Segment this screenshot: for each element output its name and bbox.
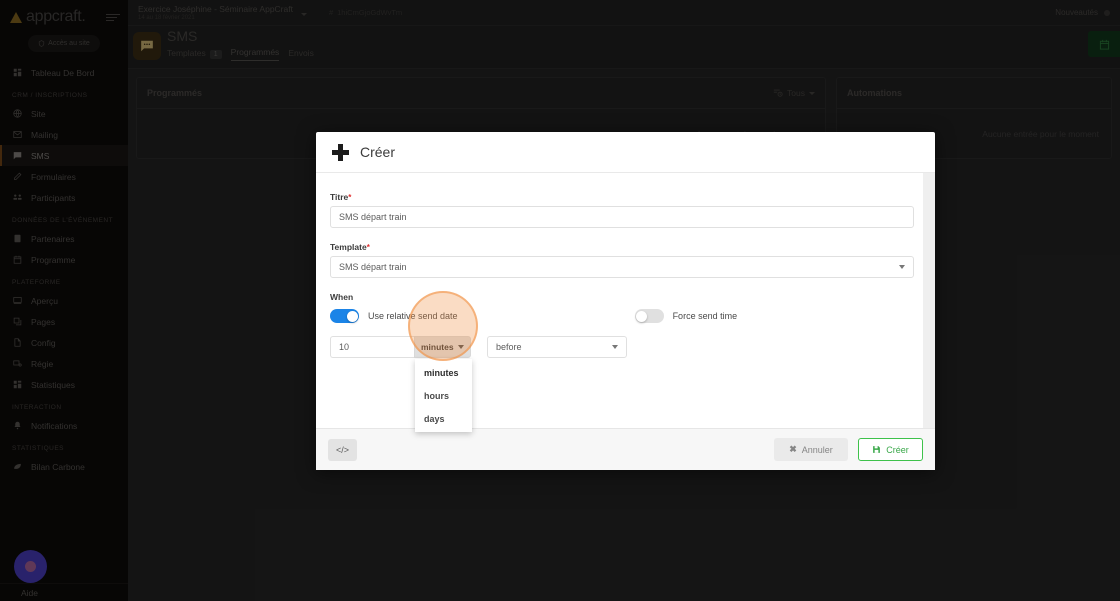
- required-marker: *: [348, 193, 351, 202]
- unit-option-hours[interactable]: hours: [415, 384, 472, 407]
- create-sms-modal: Créer Titre* SMS départ train Template* …: [316, 132, 935, 470]
- unit-select[interactable]: minutes minutes hours days: [414, 336, 471, 358]
- titre-label-text: Titre: [330, 192, 348, 202]
- use-relative-send-date-label: Use relative send date: [368, 311, 458, 321]
- direction-select-value: before: [496, 342, 522, 352]
- modal-header: Créer: [316, 132, 935, 173]
- create-button[interactable]: Créer: [858, 438, 923, 461]
- titre-input[interactable]: SMS départ train: [330, 206, 914, 228]
- modal-scrollbar[interactable]: [923, 173, 935, 428]
- direction-select[interactable]: before: [487, 336, 627, 358]
- save-icon: [872, 445, 881, 454]
- template-select-value: SMS départ train: [339, 262, 407, 272]
- chevron-down-icon: [458, 345, 464, 349]
- modal-body: Titre* SMS départ train Template* SMS dé…: [316, 173, 935, 428]
- when-label: When: [330, 292, 916, 302]
- application-root: appcraft. Accès au site Tableau De Bord …: [0, 0, 1120, 601]
- titre-field-block: Titre* SMS départ train: [330, 192, 916, 228]
- force-send-time-toggle[interactable]: [635, 309, 664, 323]
- cancel-button-label: Annuler: [802, 445, 833, 455]
- chevron-down-icon: [612, 345, 618, 349]
- modal-title: Créer: [360, 144, 395, 160]
- titre-input-value: SMS départ train: [339, 212, 407, 222]
- code-view-button[interactable]: </>: [328, 439, 357, 461]
- chevron-down-icon: [899, 265, 905, 269]
- template-label-text: Template: [330, 242, 367, 252]
- template-select[interactable]: SMS départ train: [330, 256, 914, 278]
- titre-label: Titre*: [330, 192, 916, 202]
- unit-option-minutes[interactable]: minutes: [415, 361, 472, 384]
- create-button-label: Créer: [886, 445, 909, 455]
- unit-select-value: minutes: [421, 342, 454, 352]
- amount-input-value: 10: [339, 342, 349, 352]
- unit-dropdown-menu: minutes hours days: [415, 359, 472, 432]
- force-send-time-label: Force send time: [673, 311, 738, 321]
- close-icon: ✖: [789, 444, 797, 455]
- cancel-button[interactable]: ✖ Annuler: [774, 438, 848, 461]
- template-field-block: Template* SMS départ train: [330, 242, 916, 278]
- plus-icon: [332, 144, 349, 161]
- modal-footer-actions: ✖ Annuler Créer: [774, 438, 923, 461]
- amount-input[interactable]: 10: [330, 336, 414, 358]
- modal-footer: </> ✖ Annuler Créer: [316, 428, 935, 470]
- use-relative-send-date-toggle[interactable]: [330, 309, 359, 323]
- toggle-knob: [347, 311, 358, 322]
- relative-date-row: 10 minutes minutes hours days before: [330, 336, 916, 358]
- toggle-knob: [636, 311, 647, 322]
- force-send-time-group: Force send time: [635, 309, 738, 323]
- required-marker: *: [367, 243, 370, 252]
- when-toggles-row: Use relative send date Force send time: [330, 309, 916, 323]
- unit-option-days[interactable]: days: [415, 407, 472, 430]
- template-label: Template*: [330, 242, 916, 252]
